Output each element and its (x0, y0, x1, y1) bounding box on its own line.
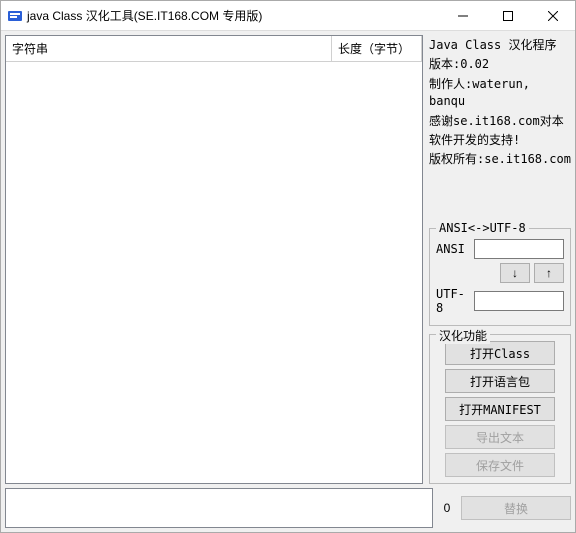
client-area: 字符串 长度（字节） Java Class 汉化程序 版本:0.02 制作人:w… (1, 31, 575, 532)
count-label: 0 (439, 488, 455, 528)
ansi-utf8-group: ANSI<->UTF-8 ANSI ↓ ↑ UTF-8 (429, 228, 571, 326)
close-button[interactable] (530, 1, 575, 30)
replace-button[interactable]: 替换 (461, 496, 571, 520)
maximize-button[interactable] (485, 1, 530, 30)
export-text-button[interactable]: 导出文本 (445, 425, 555, 449)
info-copyright: 版权所有:se.it168.com (429, 151, 571, 168)
save-file-button[interactable]: 保存文件 (445, 453, 555, 477)
info-version: 版本:0.02 (429, 56, 571, 73)
table-header: 字符串 长度（字节） (6, 36, 422, 62)
table-body[interactable] (6, 62, 422, 483)
app-window: java Class 汉化工具(SE.IT168.COM 专用版) 字符串 长度… (0, 0, 576, 533)
side-panel: Java Class 汉化程序 版本:0.02 制作人:waterun, ban… (429, 35, 571, 484)
upper-panel: 字符串 长度（字节） Java Class 汉化程序 版本:0.02 制作人:w… (5, 35, 571, 484)
functions-group: 汉化功能 打开Class 打开语言包 打开MANIFEST 导出文本 保存文件 (429, 334, 571, 484)
convert-up-button[interactable]: ↑ (534, 263, 564, 283)
open-manifest-button[interactable]: 打开MANIFEST (445, 397, 555, 421)
ansi-label: ANSI (436, 242, 470, 256)
info-thanks1: 感谢se.it168.com对本 (429, 113, 571, 130)
edit-input[interactable] (5, 488, 433, 528)
functions-legend: 汉化功能 (436, 327, 490, 344)
app-icon (7, 8, 23, 24)
info-block: Java Class 汉化程序 版本:0.02 制作人:waterun, ban… (429, 35, 571, 173)
arrow-down-icon: ↓ (512, 266, 518, 280)
convert-down-button[interactable]: ↓ (500, 263, 530, 283)
ansi-input[interactable] (474, 239, 564, 259)
utf8-input[interactable] (474, 291, 564, 311)
titlebar[interactable]: java Class 汉化工具(SE.IT168.COM 专用版) (1, 1, 575, 31)
open-lang-button[interactable]: 打开语言包 (445, 369, 555, 393)
info-heading: Java Class 汉化程序 (429, 37, 571, 54)
window-buttons (440, 1, 575, 30)
utf8-label: UTF-8 (436, 287, 470, 315)
window-title: java Class 汉化工具(SE.IT168.COM 专用版) (27, 7, 440, 24)
col-header-length[interactable]: 长度（字节） (332, 36, 422, 61)
minimize-button[interactable] (440, 1, 485, 30)
arrow-up-icon: ↑ (546, 266, 552, 280)
string-table[interactable]: 字符串 长度（字节） (5, 35, 423, 484)
col-header-string[interactable]: 字符串 (6, 36, 332, 61)
info-thanks2: 软件开发的支持! (429, 132, 571, 149)
bottom-panel: 0 替换 (5, 488, 571, 528)
open-class-button[interactable]: 打开Class (445, 341, 555, 365)
ansi-utf8-legend: ANSI<->UTF-8 (436, 221, 529, 235)
info-author: 制作人:waterun, banqu (429, 76, 571, 111)
